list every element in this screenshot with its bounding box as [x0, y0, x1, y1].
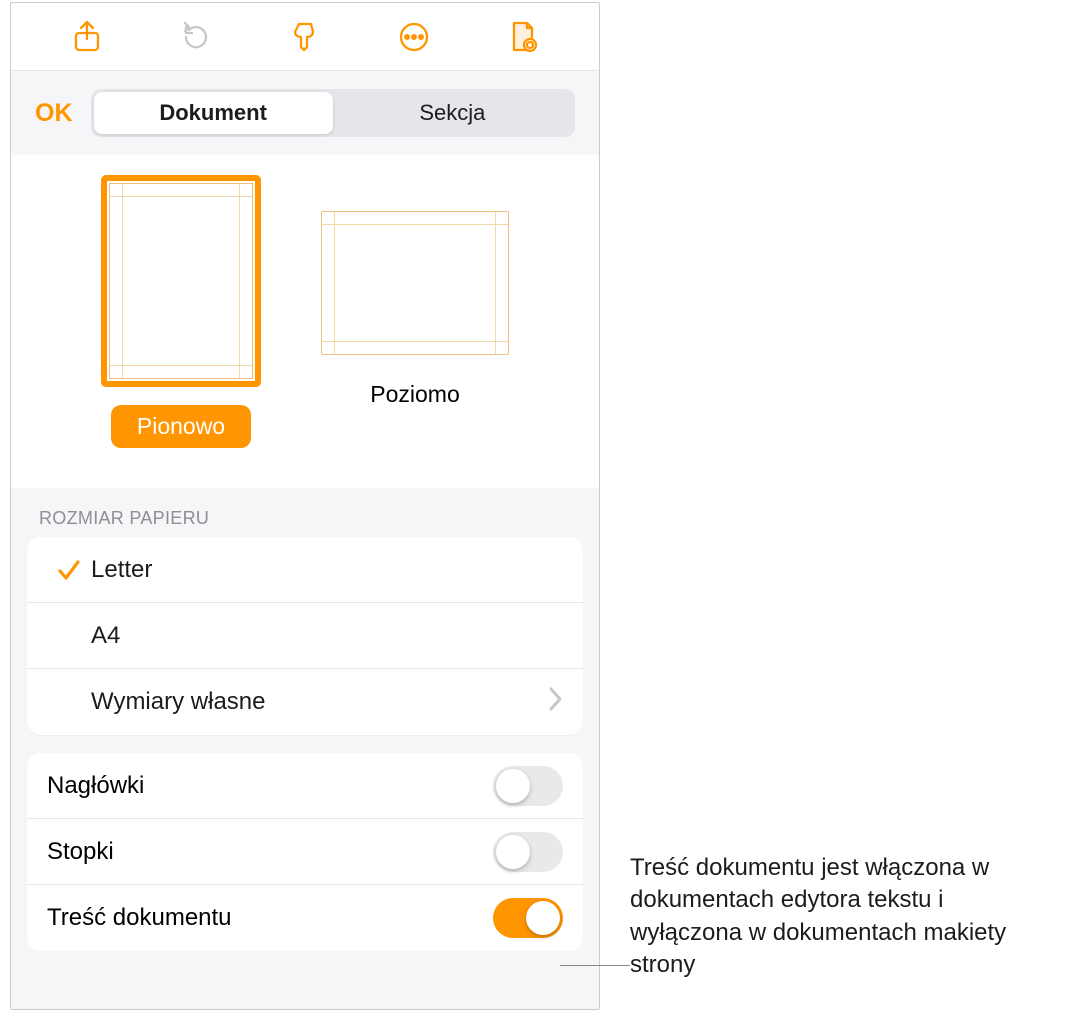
undo-icon[interactable]: [174, 15, 218, 59]
portrait-preview-icon: [101, 175, 261, 387]
share-icon[interactable]: [65, 15, 109, 59]
segmented-tabs: Dokument Sekcja: [91, 89, 576, 137]
toolbar: [11, 3, 599, 71]
paper-size-letter[interactable]: Letter: [27, 537, 583, 603]
ok-button[interactable]: OK: [35, 99, 73, 128]
toggle-footers[interactable]: [493, 832, 563, 872]
inspector-header: OK Dokument Sekcja: [11, 71, 599, 147]
orientation-portrait[interactable]: Pionowo: [101, 175, 261, 448]
paper-size-header: ROZMIAR PAPIERU: [11, 488, 599, 537]
paper-size-letter-label: Letter: [91, 556, 563, 584]
toggle-headers-label: Nagłówki: [47, 772, 144, 800]
toggle-document-body[interactable]: [493, 898, 563, 938]
document-options-icon[interactable]: [501, 15, 545, 59]
orientation-portrait-label: Pionowo: [111, 405, 251, 448]
more-icon[interactable]: [392, 15, 436, 59]
chevron-right-icon: [547, 686, 563, 719]
toggle-headers-row: Nagłówki: [27, 753, 583, 819]
format-brush-icon[interactable]: [283, 15, 327, 59]
orientation-landscape-label: Poziomo: [344, 373, 485, 416]
paper-size-custom-label: Wymiary własne: [91, 688, 547, 716]
paper-size-custom[interactable]: Wymiary własne: [27, 669, 583, 735]
toggle-document-body-label: Treść dokumentu: [47, 904, 232, 932]
paper-size-a4-label: A4: [91, 622, 563, 650]
paper-size-a4[interactable]: A4: [27, 603, 583, 669]
toggle-footers-row: Stopki: [27, 819, 583, 885]
paper-size-list: Letter A4 Wymiary własne: [27, 537, 583, 735]
toggle-headers[interactable]: [493, 766, 563, 806]
toggles-list: Nagłówki Stopki Treść dokumentu: [27, 753, 583, 951]
tab-section[interactable]: Sekcja: [333, 92, 572, 134]
orientation-selector: Pionowo Poziomo: [11, 155, 599, 488]
toggle-footers-label: Stopki: [47, 838, 114, 866]
toggle-document-body-row: Treść dokumentu: [27, 885, 583, 951]
landscape-preview-icon: [321, 211, 509, 355]
orientation-landscape[interactable]: Poziomo: [321, 175, 509, 448]
callout-text: Treść dokumentu jest włączona w dokument…: [630, 852, 1050, 982]
callout-leader-line: [560, 965, 630, 966]
tab-document[interactable]: Dokument: [94, 92, 333, 134]
checkmark-icon: [47, 557, 91, 583]
